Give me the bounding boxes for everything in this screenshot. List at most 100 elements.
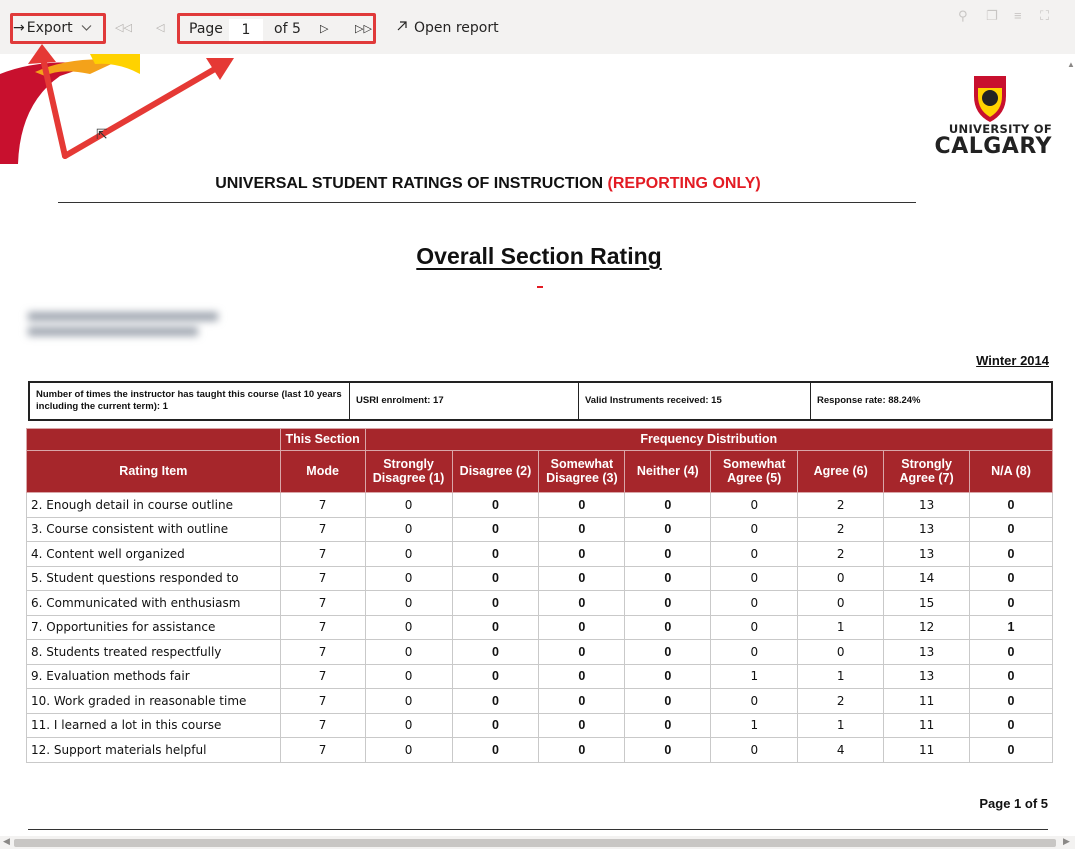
open-report-button[interactable]: Open report [396, 18, 499, 38]
page-number-input[interactable] [229, 19, 263, 41]
previous-page-icon[interactable]: ◁ [156, 18, 164, 38]
frequency-cell: 0 [624, 590, 712, 616]
frequency-cell: 11 [883, 737, 971, 763]
frequency-cell: 0 [451, 541, 540, 567]
focus-mode-icon[interactable]: ⛶ [1040, 8, 1049, 24]
rating-item-cell: 11. I learned a lot in this course [26, 712, 281, 738]
frequency-cell: 0 [710, 516, 799, 542]
rating-item-cell: 9. Evaluation methods fair [26, 663, 281, 689]
scroll-up-icon[interactable]: ▲ [1067, 60, 1075, 69]
frequency-cell: 0 [364, 614, 453, 640]
frequency-cell: 0 [969, 541, 1053, 567]
table-row: 11. I learned a lot in this course 7 0 0 0 0 1… [26, 712, 1053, 738]
header-mode: Mode [279, 450, 366, 493]
annotation-arrows [28, 44, 234, 159]
header-freq-col: Somewhat Disagree (3) [538, 450, 626, 493]
header-freq-col: Agree (6) [797, 450, 885, 493]
export-button[interactable]: → Export [13, 18, 103, 38]
times-taught: Number of times the instructor has taugh… [30, 383, 350, 419]
header-frequency-distribution: Frequency Distribution [364, 428, 1054, 451]
frequency-cell: 0 [538, 639, 626, 665]
frequency-cell: 0 [451, 516, 540, 542]
frequency-cell: 0 [538, 590, 626, 616]
rating-item-cell: 12. Support materials helpful [26, 737, 281, 763]
frequency-cell: 13 [883, 541, 971, 567]
table-row: 7. Opportunities for assistance 7 0 0 0 0 0 1 12… [26, 614, 1053, 640]
rating-item-cell: 5. Student questions responded to [26, 565, 281, 591]
frequency-cell: 0 [538, 565, 626, 591]
rating-item-cell: 8. Students treated respectfully [26, 639, 281, 665]
frequency-cell: 0 [538, 688, 626, 714]
open-report-label: Open report [414, 20, 499, 36]
frequency-cell: 0 [364, 737, 453, 763]
frequency-cell: 0 [451, 590, 540, 616]
table-row: 5. Student questions responded to 7 0 0 0 0 0 0… [26, 565, 1053, 591]
frequency-cell: 0 [451, 712, 540, 738]
red-mark [537, 286, 543, 288]
frequency-cell: 0 [969, 590, 1053, 616]
frequency-cell: 0 [364, 712, 453, 738]
frequency-cell: 2 [797, 492, 885, 518]
mode-cell: 7 [279, 541, 366, 567]
frequency-cell: 2 [797, 541, 885, 567]
frequency-cell: 0 [710, 565, 799, 591]
frequency-cell: 0 [538, 492, 626, 518]
frequency-cell: 0 [797, 639, 885, 665]
frequency-cell: 13 [883, 663, 971, 689]
frequency-cell: 1 [969, 614, 1053, 640]
scroll-right-icon[interactable]: ▶ [1063, 836, 1070, 847]
frequency-cell: 13 [883, 639, 971, 665]
frequency-cell: 0 [624, 614, 712, 640]
export-arrow-icon: → [13, 20, 25, 36]
frequency-cell: 0 [624, 492, 712, 518]
university-wordmark: UNIVERSITY OF CALGARY [926, 123, 1052, 158]
last-page-icon[interactable]: ▷▷ [355, 19, 372, 39]
next-page-icon[interactable]: ▷ [320, 19, 328, 39]
frequency-cell: 1 [797, 663, 885, 689]
mode-cell: 7 [279, 712, 366, 738]
frequency-cell: 0 [710, 541, 799, 567]
mode-cell: 7 [279, 565, 366, 591]
table-row: 2. Enough detail in course outline 7 0 0 0 0 0… [26, 492, 1053, 518]
frequency-cell: 14 [883, 565, 971, 591]
frequency-cell: 0 [969, 688, 1053, 714]
pin-icon[interactable]: ⚲ [958, 8, 968, 24]
mode-cell: 7 [279, 614, 366, 640]
frequency-cell: 0 [538, 614, 626, 640]
frequency-cell: 0 [710, 737, 799, 763]
copy-icon[interactable]: ❐ [986, 8, 998, 24]
header-rating-item: Rating Item [26, 450, 281, 493]
frequency-cell: 0 [538, 541, 626, 567]
header-this-section: This Section [279, 428, 366, 451]
frequency-cell: 0 [538, 663, 626, 689]
section-title: Overall Section Rating [416, 243, 662, 269]
frequency-cell: 0 [538, 737, 626, 763]
report-title: UNIVERSAL STUDENT RATINGS OF INSTRUCTION… [60, 175, 916, 193]
frequency-cell: 0 [710, 639, 799, 665]
scrollbar-thumb[interactable] [14, 839, 1056, 847]
valid-instruments: Valid Instruments received: 15 [579, 383, 811, 419]
open-external-icon [396, 18, 408, 38]
frequency-cell: 0 [969, 663, 1053, 689]
horizontal-scrollbar[interactable]: ◀ ▶ [0, 836, 1075, 849]
response-rate: Response rate: 88.24% [817, 395, 921, 407]
frequency-cell: 0 [797, 565, 885, 591]
frequency-cell: 15 [883, 590, 971, 616]
rating-item-cell: 7. Opportunities for assistance [26, 614, 281, 640]
usri-enrolment: USRI enrolment: 17 [350, 383, 579, 419]
filter-icon[interactable]: ≡ [1014, 8, 1022, 23]
header-freq-col: Strongly Agree (7) [883, 450, 971, 493]
frequency-cell: 0 [364, 639, 453, 665]
table-row: 3. Course consistent with outline 7 0 0 0 0 0 2… [26, 516, 1053, 542]
report-title-main: UNIVERSAL STUDENT RATINGS OF INSTRUCTION [215, 175, 608, 192]
header-blank [26, 428, 281, 451]
frequency-cell: 0 [364, 590, 453, 616]
frequency-cell: 0 [451, 492, 540, 518]
frequency-cell: 0 [624, 663, 712, 689]
frequency-cell: 0 [364, 492, 453, 518]
frequency-cell: 0 [451, 663, 540, 689]
frequency-cell: 0 [538, 712, 626, 738]
first-page-icon[interactable]: ◁◁ [115, 18, 132, 38]
mode-cell: 7 [279, 663, 366, 689]
scroll-left-icon[interactable]: ◀ [3, 836, 10, 847]
